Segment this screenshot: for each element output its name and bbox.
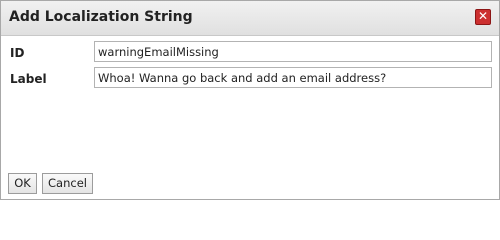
- id-input[interactable]: [94, 41, 492, 62]
- dialog-title: Add Localization String: [9, 9, 193, 25]
- ok-button[interactable]: OK: [8, 173, 37, 194]
- id-label: ID: [10, 46, 25, 60]
- close-button[interactable]: ✕: [475, 9, 491, 25]
- dialog-titlebar: Add Localization String ✕: [1, 1, 499, 36]
- close-icon: ✕: [477, 9, 489, 23]
- label-input[interactable]: [94, 67, 492, 88]
- label-label: Label: [10, 72, 47, 86]
- add-localization-string-dialog: Add Localization String ✕ ID Label OK Ca…: [0, 0, 500, 200]
- cancel-button[interactable]: Cancel: [42, 173, 93, 194]
